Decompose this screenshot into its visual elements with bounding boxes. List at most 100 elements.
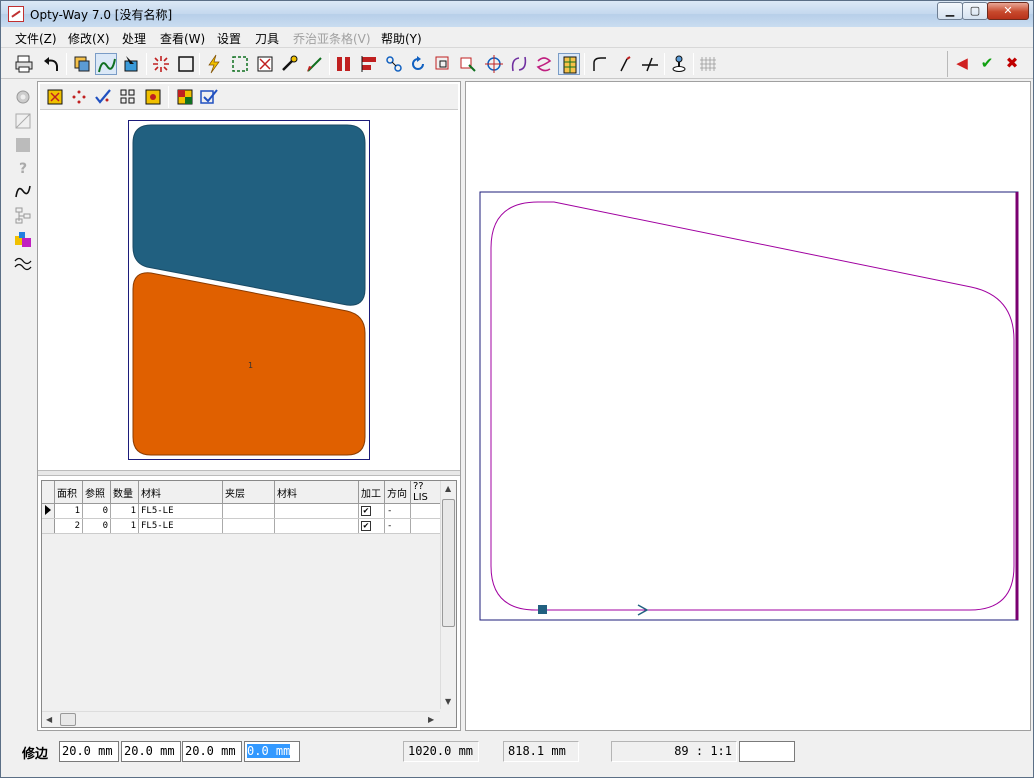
cell-material2[interactable] [274, 518, 359, 534]
ok-icon[interactable]: ✔ [976, 52, 998, 74]
shape-disabled-icon[interactable] [13, 111, 33, 131]
grid-horizontal-scrollbar[interactable]: ◀ ▶ [42, 711, 440, 727]
curve-icon[interactable] [508, 53, 530, 75]
cell-material2[interactable] [274, 503, 359, 519]
cell-process[interactable]: ✔ [358, 503, 385, 519]
menu-modify[interactable]: 修改(X) [68, 30, 110, 47]
col-layer[interactable]: 夹层 [222, 481, 275, 504]
close-button[interactable]: ✕ [987, 2, 1029, 20]
menu-process[interactable]: 处理 [122, 30, 146, 47]
pen-icon[interactable] [613, 53, 635, 75]
menu-georgia[interactable]: 乔治亚条格(V) [293, 30, 371, 47]
palette-icon[interactable] [174, 86, 196, 108]
wave-icon[interactable] [13, 253, 33, 273]
spiral-icon[interactable] [533, 53, 555, 75]
scroll-up-icon[interactable]: ▲ [445, 484, 451, 493]
path-icon[interactable] [95, 53, 117, 75]
row-indicator[interactable] [42, 503, 55, 519]
rectangle-icon[interactable] [175, 53, 197, 75]
cell-material[interactable]: FL5-LE [138, 503, 223, 519]
menu-tools[interactable]: 刀具 [255, 30, 279, 47]
path-tool-icon[interactable] [13, 181, 33, 201]
brush-icon[interactable] [304, 53, 326, 75]
rotate-icon[interactable] [407, 53, 429, 75]
menu-settings[interactable]: 设置 [217, 30, 241, 47]
cell-qty[interactable]: 1 [110, 503, 139, 519]
target-icon[interactable] [483, 53, 505, 75]
row-indicator[interactable] [42, 518, 55, 534]
stamp-icon[interactable] [668, 53, 690, 75]
trim-input-1[interactable]: 20.0 mm [59, 741, 119, 762]
layers-icon[interactable] [71, 53, 93, 75]
cell-qty[interactable]: 1 [110, 518, 139, 534]
minimize-button[interactable]: ▁ [937, 2, 963, 20]
nest-icon[interactable] [44, 86, 66, 108]
mirror-icon[interactable] [457, 53, 479, 75]
gear-disabled-icon[interactable] [13, 87, 33, 107]
part-preview[interactable]: 1 [128, 120, 370, 460]
menu-file[interactable]: 文件(Z) [15, 30, 57, 47]
maximize-button[interactable]: ▢ [962, 2, 988, 20]
col-material2[interactable]: 材料 [274, 481, 359, 504]
block-disabled-icon[interactable] [13, 135, 33, 155]
process-checkbox[interactable]: ✔ [361, 521, 371, 531]
trim-input-2[interactable]: 20.0 mm [121, 741, 181, 762]
col-material[interactable]: 材料 [138, 481, 223, 504]
edit-check-icon[interactable] [198, 86, 220, 108]
cell-process[interactable]: ✔ [358, 518, 385, 534]
cell-direction[interactable]: - [384, 518, 411, 534]
cell-lis[interactable] [410, 518, 441, 534]
help-icon[interactable]: ? [13, 159, 33, 179]
color-icon[interactable] [13, 229, 33, 249]
menu-view[interactable]: 查看(W) [160, 30, 205, 47]
col-area[interactable]: 面积 [54, 481, 83, 504]
hscroll-thumb[interactable] [60, 713, 76, 726]
cell-area[interactable]: 1 [54, 503, 83, 519]
undo-icon[interactable] [41, 53, 63, 75]
table-row[interactable]: 1 0 1 FL5-LE ✔ - [42, 503, 441, 519]
process-checkbox[interactable]: ✔ [361, 506, 371, 516]
cell-ref[interactable]: 0 [82, 503, 111, 519]
tools-icon[interactable] [279, 53, 301, 75]
fit-icon[interactable] [254, 53, 276, 75]
cell-layer[interactable] [222, 518, 275, 534]
center-icon[interactable] [142, 86, 164, 108]
scale-icon[interactable] [432, 53, 454, 75]
cell-material[interactable]: FL5-LE [138, 518, 223, 534]
cell-layer[interactable] [222, 503, 275, 519]
cell-direction[interactable]: - [384, 503, 411, 519]
nodes-icon[interactable] [383, 53, 405, 75]
bars-icon[interactable] [333, 53, 355, 75]
back-icon[interactable]: ◀ [951, 52, 973, 74]
cut-icon[interactable] [639, 53, 661, 75]
lightning-icon[interactable] [203, 53, 225, 75]
print-icon[interactable] [13, 53, 35, 75]
col-direction[interactable]: 方向 [384, 481, 411, 504]
trim-input-3[interactable]: 20.0 mm [182, 741, 242, 762]
frame-icon[interactable] [229, 53, 251, 75]
title-bar[interactable]: Opty-Way 7.0 [没有名称] ▁ ▢ ✕ [1, 1, 1033, 27]
col-lis[interactable]: ??LIS [410, 481, 441, 504]
col-ref[interactable]: 参照 [82, 481, 111, 504]
scroll-right-icon[interactable]: ▶ [428, 715, 434, 724]
table-row[interactable]: 2 0 1 FL5-LE ✔ - [42, 518, 441, 534]
drawing-canvas[interactable] [465, 81, 1031, 731]
grid-vertical-scrollbar[interactable]: ▲ ▼ [440, 481, 456, 709]
cell-area[interactable]: 2 [54, 518, 83, 534]
cell-lis[interactable] [410, 503, 441, 519]
arc-icon[interactable] [589, 53, 611, 75]
hatch-icon[interactable] [697, 53, 719, 75]
trim-input-4[interactable]: 0.0 mm [244, 741, 300, 762]
scroll-thumb[interactable] [442, 499, 455, 627]
scroll-down-icon[interactable]: ▼ [445, 697, 451, 706]
cell-ref[interactable]: 0 [82, 518, 111, 534]
scroll-left-icon[interactable]: ◀ [46, 715, 52, 724]
select-icon[interactable] [120, 53, 142, 75]
check-points-icon[interactable] [92, 86, 114, 108]
app-icon[interactable] [8, 6, 24, 22]
grid-layout-icon[interactable] [558, 53, 580, 75]
cancel-icon[interactable]: ✖ [1001, 52, 1023, 74]
menu-help[interactable]: 帮助(Y) [381, 30, 422, 47]
group-icon[interactable] [117, 86, 139, 108]
align-icon[interactable] [358, 53, 380, 75]
